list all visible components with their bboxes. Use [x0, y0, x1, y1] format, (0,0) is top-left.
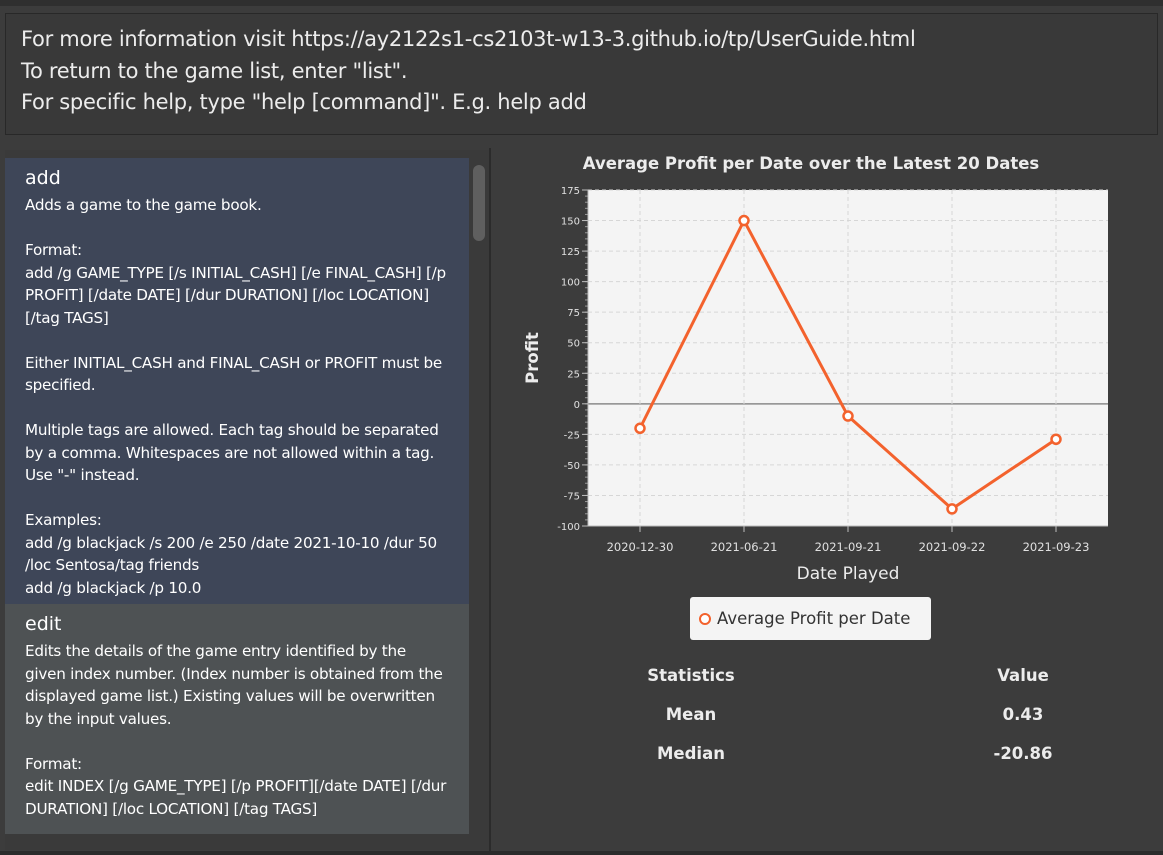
data-point: [842, 410, 854, 422]
statistics-panel: Average Profit per Date over the Latest …: [491, 148, 1163, 853]
y-tick-label: 125: [561, 247, 580, 258]
window-top-edge: [0, 0, 1163, 6]
y-tick-label: -25: [564, 430, 580, 441]
statistics-header-row: Statistics Value: [591, 666, 1091, 705]
help-item-edit[interactable]: edit Edits the details of the game entry…: [5, 604, 469, 834]
help-list-panel[interactable]: add Adds a game to the game book. Format…: [5, 150, 489, 850]
x-tick-label: 2021-09-21: [815, 540, 882, 554]
chart-legend: Average Profit per Date: [690, 597, 931, 640]
x-tick-label: 2020-12-30: [607, 540, 674, 554]
data-point: [946, 503, 958, 515]
help-item-add[interactable]: add Adds a game to the game book. Format…: [5, 158, 469, 604]
statistics-header-name: Statistics: [647, 666, 735, 685]
legend-label: Average Profit per Date: [717, 609, 911, 628]
statistics-name: Median: [657, 744, 725, 763]
y-tick-label: 175: [561, 186, 580, 197]
y-tick-label: 50: [567, 339, 580, 350]
x-tick-label: 2021-06-21: [711, 540, 778, 554]
x-tick-label: 2021-09-23: [1023, 540, 1090, 554]
y-tick-label: 75: [567, 308, 580, 319]
statistics-value: -20.86: [993, 744, 1053, 763]
y-tick-label: 0: [574, 400, 580, 411]
y-tick-label: 25: [567, 369, 580, 380]
result-line: For more information visit https://ay212…: [21, 27, 916, 51]
window-bottom-edge: [0, 851, 1163, 855]
y-tick-label: -75: [564, 491, 580, 502]
help-item-body: Adds a game to the game book. Format: ad…: [25, 196, 446, 597]
statistics-name: Mean: [665, 705, 717, 724]
y-axis-label: Profit: [523, 332, 542, 384]
data-point: [1050, 433, 1062, 446]
x-axis-label: Date Played: [797, 564, 900, 584]
y-tick-label: -100: [557, 522, 580, 533]
result-line: To return to the game list, enter "list"…: [21, 58, 408, 83]
help-list-scrollbar[interactable]: [473, 165, 485, 241]
result-line: For specific help, type "help [command]"…: [21, 90, 587, 114]
help-item-body: Edits the details of the game entry iden…: [25, 642, 447, 818]
result-display: For more information visit https://ay212…: [5, 13, 1158, 135]
y-tick-label: 150: [561, 217, 580, 228]
chart-title: Average Profit per Date over the Latest …: [582, 154, 1040, 173]
data-point: [738, 214, 750, 227]
statistics-row: Mean 0.43: [591, 705, 1091, 744]
profit-line-chart: -100 -75 -50 -25 0 25 50 75 100 125 150 175 2020-12-…: [523, 186, 1108, 584]
x-tick-label: 2021-09-22: [919, 540, 986, 554]
help-item-title: add: [25, 167, 61, 189]
y-tick-label: -50: [564, 461, 580, 472]
statistics-row: Median -20.86: [591, 744, 1091, 783]
statistics-table: Statistics Value Mean 0.43 Median -20.86: [591, 666, 1091, 783]
y-tick-label: 100: [561, 278, 580, 289]
help-item-title: edit: [25, 613, 62, 635]
statistics-header-value: Value: [997, 666, 1049, 685]
statistics-value: 0.43: [1002, 705, 1044, 724]
legend-marker-icon: [699, 612, 711, 625]
data-point: [634, 422, 646, 435]
